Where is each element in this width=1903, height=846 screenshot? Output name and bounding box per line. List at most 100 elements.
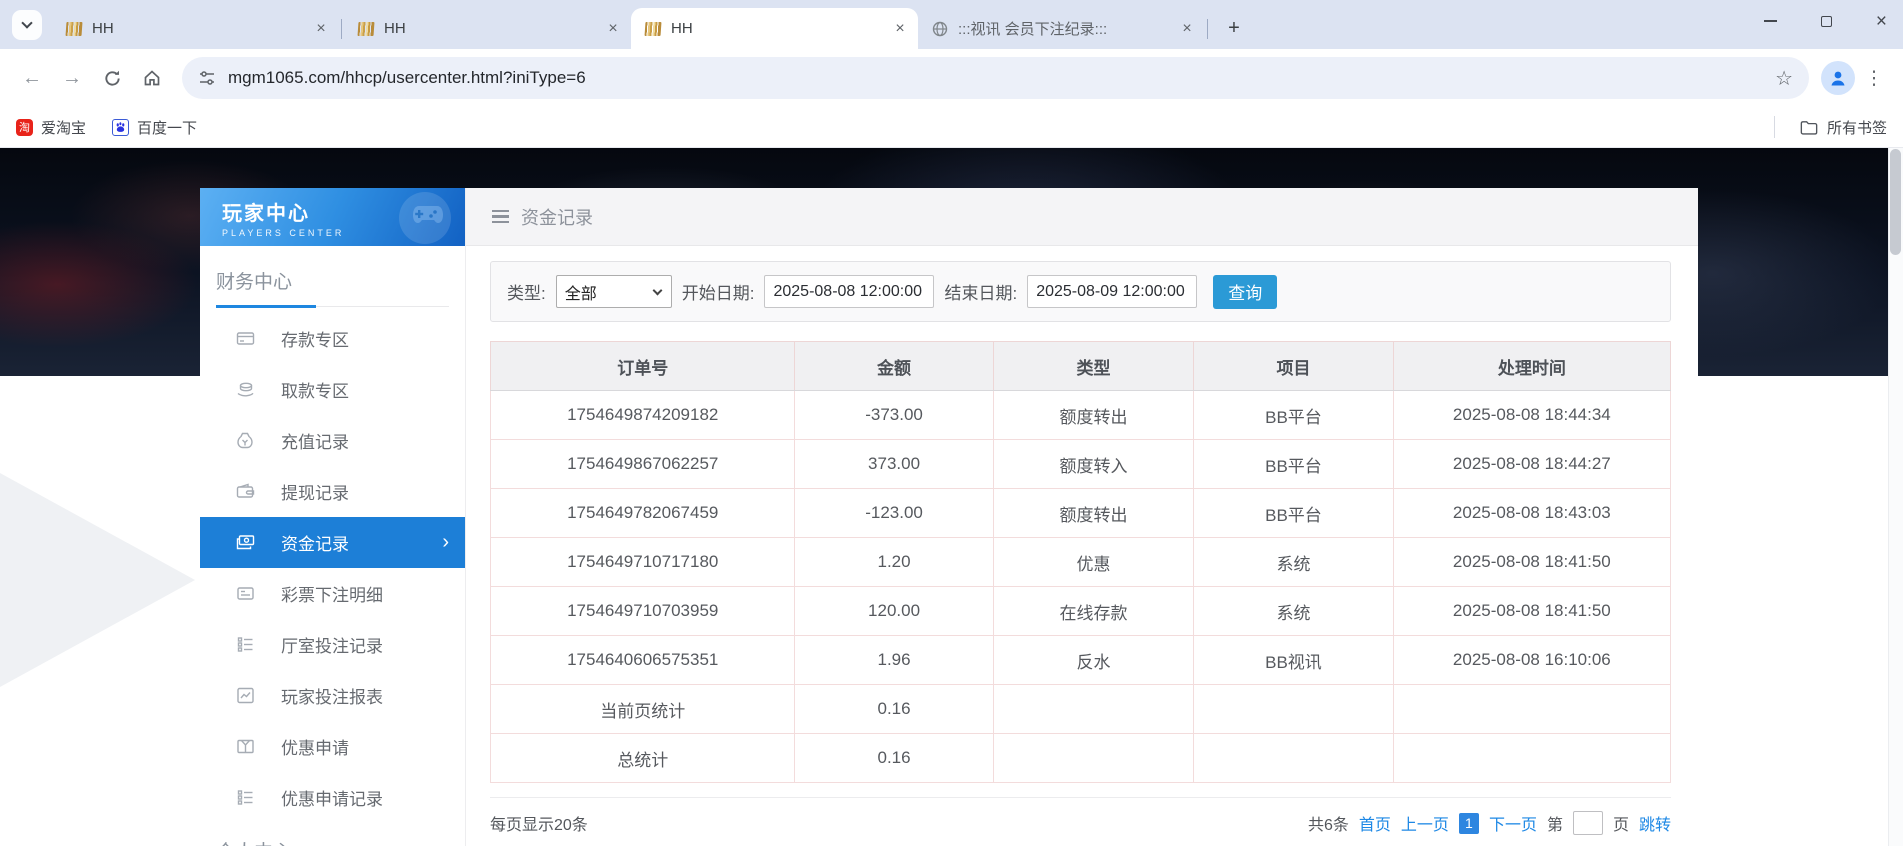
url-text[interactable]: mgm1065.com/hhcp/usercenter.html?iniType… xyxy=(228,68,1763,88)
bank-card-icon xyxy=(235,329,255,349)
sidebar-item-fund-records[interactable]: 资金记录 › xyxy=(200,517,465,568)
hh-favicon-icon xyxy=(644,21,662,36)
cell-empty xyxy=(992,733,1195,783)
sidebar-item-label: 提现记录 xyxy=(281,484,349,503)
page-content: 玩家中心 PLAYERS CENTER 财务中心 存款专区 取款专区 充值记录 xyxy=(0,147,1903,846)
bookmark-baidu[interactable]: 百度一下 xyxy=(112,117,197,138)
sidebar-menu: 存款专区 取款专区 充值记录 提现记录 资金记录 › 彩票下注明细 厅室投注记录… xyxy=(200,313,465,823)
sidebar-item-promo-apply-records[interactable]: 优惠申请记录 xyxy=(200,772,465,823)
tab-hh-2[interactable]: HH × xyxy=(344,8,631,49)
profile-avatar[interactable] xyxy=(1821,61,1855,95)
cell-time: 2025-08-08 16:10:06 xyxy=(1392,635,1672,685)
window-controls: × xyxy=(1763,0,1887,42)
back-button[interactable]: ← xyxy=(14,60,50,96)
sidebar-item-hall-bet-records[interactable]: 厅室投注记录 xyxy=(200,619,465,670)
money-bag-icon xyxy=(235,431,255,451)
sidebar-item-recharge-records[interactable]: 充值记录 xyxy=(200,415,465,466)
start-date-input[interactable] xyxy=(764,275,935,308)
fund-records-table: 订单号 金额 类型 项目 处理时间 1754649874209182 -373.0… xyxy=(489,341,1672,783)
jump-label-before: 第 xyxy=(1546,817,1563,834)
cell-amount: 1.20 xyxy=(794,537,994,587)
site-settings-icon[interactable] xyxy=(198,69,216,87)
bookmark-label: 百度一下 xyxy=(137,119,198,137)
page-title: 资金记录 xyxy=(521,207,593,228)
sidebar-item-label: 取款专区 xyxy=(281,382,349,401)
cell-time: 2025-08-08 18:41:50 xyxy=(1392,586,1672,636)
sidebar-item-promo-apply[interactable]: 优惠申请 xyxy=(200,721,465,772)
bookmark-taobao[interactable]: 淘 爱淘宝 xyxy=(16,117,86,138)
cell-empty xyxy=(1193,733,1394,783)
address-bar[interactable]: mgm1065.com/hhcp/usercenter.html?iniType… xyxy=(182,57,1809,99)
sidebar-item-label: 资金记录 xyxy=(281,535,349,554)
main-content: 类型: 全部 开始日期: 结束日期: 查询 订单 xyxy=(466,246,1698,846)
hh-favicon-icon xyxy=(357,21,375,36)
tab-close-icon[interactable]: × xyxy=(603,19,623,39)
tab-close-icon[interactable]: × xyxy=(890,19,910,39)
cell-time: 2025-08-08 18:41:50 xyxy=(1392,537,1672,587)
current-page-badge[interactable]: 1 xyxy=(1458,812,1479,834)
table-header-row: 订单号 金额 类型 项目 处理时间 xyxy=(489,341,1672,391)
sidebar-item-player-bet-report[interactable]: 玩家投注报表 xyxy=(200,670,465,721)
jump-link[interactable]: 跳转 xyxy=(1639,811,1671,835)
banknote-icon xyxy=(235,533,255,553)
tab-title: HH xyxy=(671,20,693,37)
cell-time: 2025-08-08 18:44:27 xyxy=(1392,439,1672,489)
cell-amount: 0.16 xyxy=(794,684,994,734)
coupon-icon xyxy=(235,737,255,757)
new-tab-button[interactable]: + xyxy=(1220,14,1248,42)
personal-section-title: 个人中心 xyxy=(216,837,449,846)
tab-hh-1[interactable]: HH × xyxy=(52,8,339,49)
bookmarks-bar: 淘 爱淘宝 百度一下 所有书签 xyxy=(0,107,1903,147)
sidebar-item-label: 存款专区 xyxy=(281,331,349,350)
page-scrollbar[interactable] xyxy=(1888,147,1903,846)
tab-hh-3-active[interactable]: HH × xyxy=(631,8,918,49)
reload-button[interactable] xyxy=(94,60,130,96)
globe-icon xyxy=(932,21,948,36)
next-page-link[interactable]: 下一页 xyxy=(1489,811,1537,835)
cell-order-id: 1754640606575351 xyxy=(489,635,796,685)
col-time: 处理时间 xyxy=(1392,341,1672,391)
gamepad-icon xyxy=(413,206,443,223)
table-row: 1754649782067459 -123.00 额度转出 BB平台 2025-08-0… xyxy=(489,488,1672,538)
jump-page-input[interactable] xyxy=(1572,811,1603,835)
type-label: 类型: xyxy=(507,284,546,303)
bookmark-star-icon[interactable]: ☆ xyxy=(1775,66,1793,91)
all-bookmarks[interactable]: 所有书签 xyxy=(1773,116,1887,138)
tab-close-icon[interactable]: × xyxy=(311,19,331,39)
sidebar-item-lottery-bet-details[interactable]: 彩票下注明细 xyxy=(200,568,465,619)
sidebar-item-withdraw-zone[interactable]: 取款专区 xyxy=(200,364,465,415)
sidebar-item-deposit-zone[interactable]: 存款专区 xyxy=(200,313,465,364)
window-close-button[interactable]: × xyxy=(1876,12,1887,31)
maximize-button[interactable] xyxy=(1820,15,1832,27)
tab-video-records[interactable]: :::视讯 会员下注纪录::: × xyxy=(918,8,1205,49)
sidebar-item-label: 厅室投注记录 xyxy=(281,637,383,656)
home-button[interactable] xyxy=(134,60,170,96)
browser-menu-button[interactable]: ⋮ xyxy=(1859,67,1889,90)
table-row: 1754649867062257 373.00 额度转入 BB平台 2025-08-08… xyxy=(489,439,1672,489)
minimize-button[interactable] xyxy=(1763,20,1777,22)
chevron-down-icon xyxy=(21,17,33,29)
tab-search-button[interactable] xyxy=(12,10,42,40)
scrollbar-thumb[interactable] xyxy=(1890,149,1901,255)
tab-close-icon[interactable]: × xyxy=(1177,19,1197,39)
cell-type: 额度转出 xyxy=(992,390,1195,440)
chart-icon xyxy=(235,686,255,706)
sidebar-item-label: 玩家投注报表 xyxy=(281,688,383,707)
search-button[interactable]: 查询 xyxy=(1213,274,1278,309)
table-row-grand-total: 总统计 0.16 xyxy=(489,733,1672,783)
pagination: 共6条 首页 上一页 1 下一页 第 页 跳转 xyxy=(1308,811,1671,835)
baidu-icon xyxy=(112,118,130,136)
sidebar-item-withdraw-records[interactable]: 提现记录 xyxy=(200,466,465,517)
taobao-icon: 淘 xyxy=(16,118,33,136)
first-page-link[interactable]: 首页 xyxy=(1359,811,1391,835)
browser-toolbar: ← → mgm1065.com/hhcp/usercenter.html?ini… xyxy=(0,49,1903,107)
forward-button[interactable]: → xyxy=(54,60,90,96)
end-date-input[interactable] xyxy=(1027,275,1198,308)
tab-separator xyxy=(1207,19,1208,39)
finance-section-title: 财务中心 xyxy=(216,267,449,308)
prev-page-link[interactable]: 上一页 xyxy=(1401,811,1449,835)
type-select[interactable]: 全部 xyxy=(555,275,672,308)
cell-amount: -123.00 xyxy=(794,488,994,538)
tab-title: HH xyxy=(384,20,406,37)
home-icon xyxy=(144,70,160,86)
